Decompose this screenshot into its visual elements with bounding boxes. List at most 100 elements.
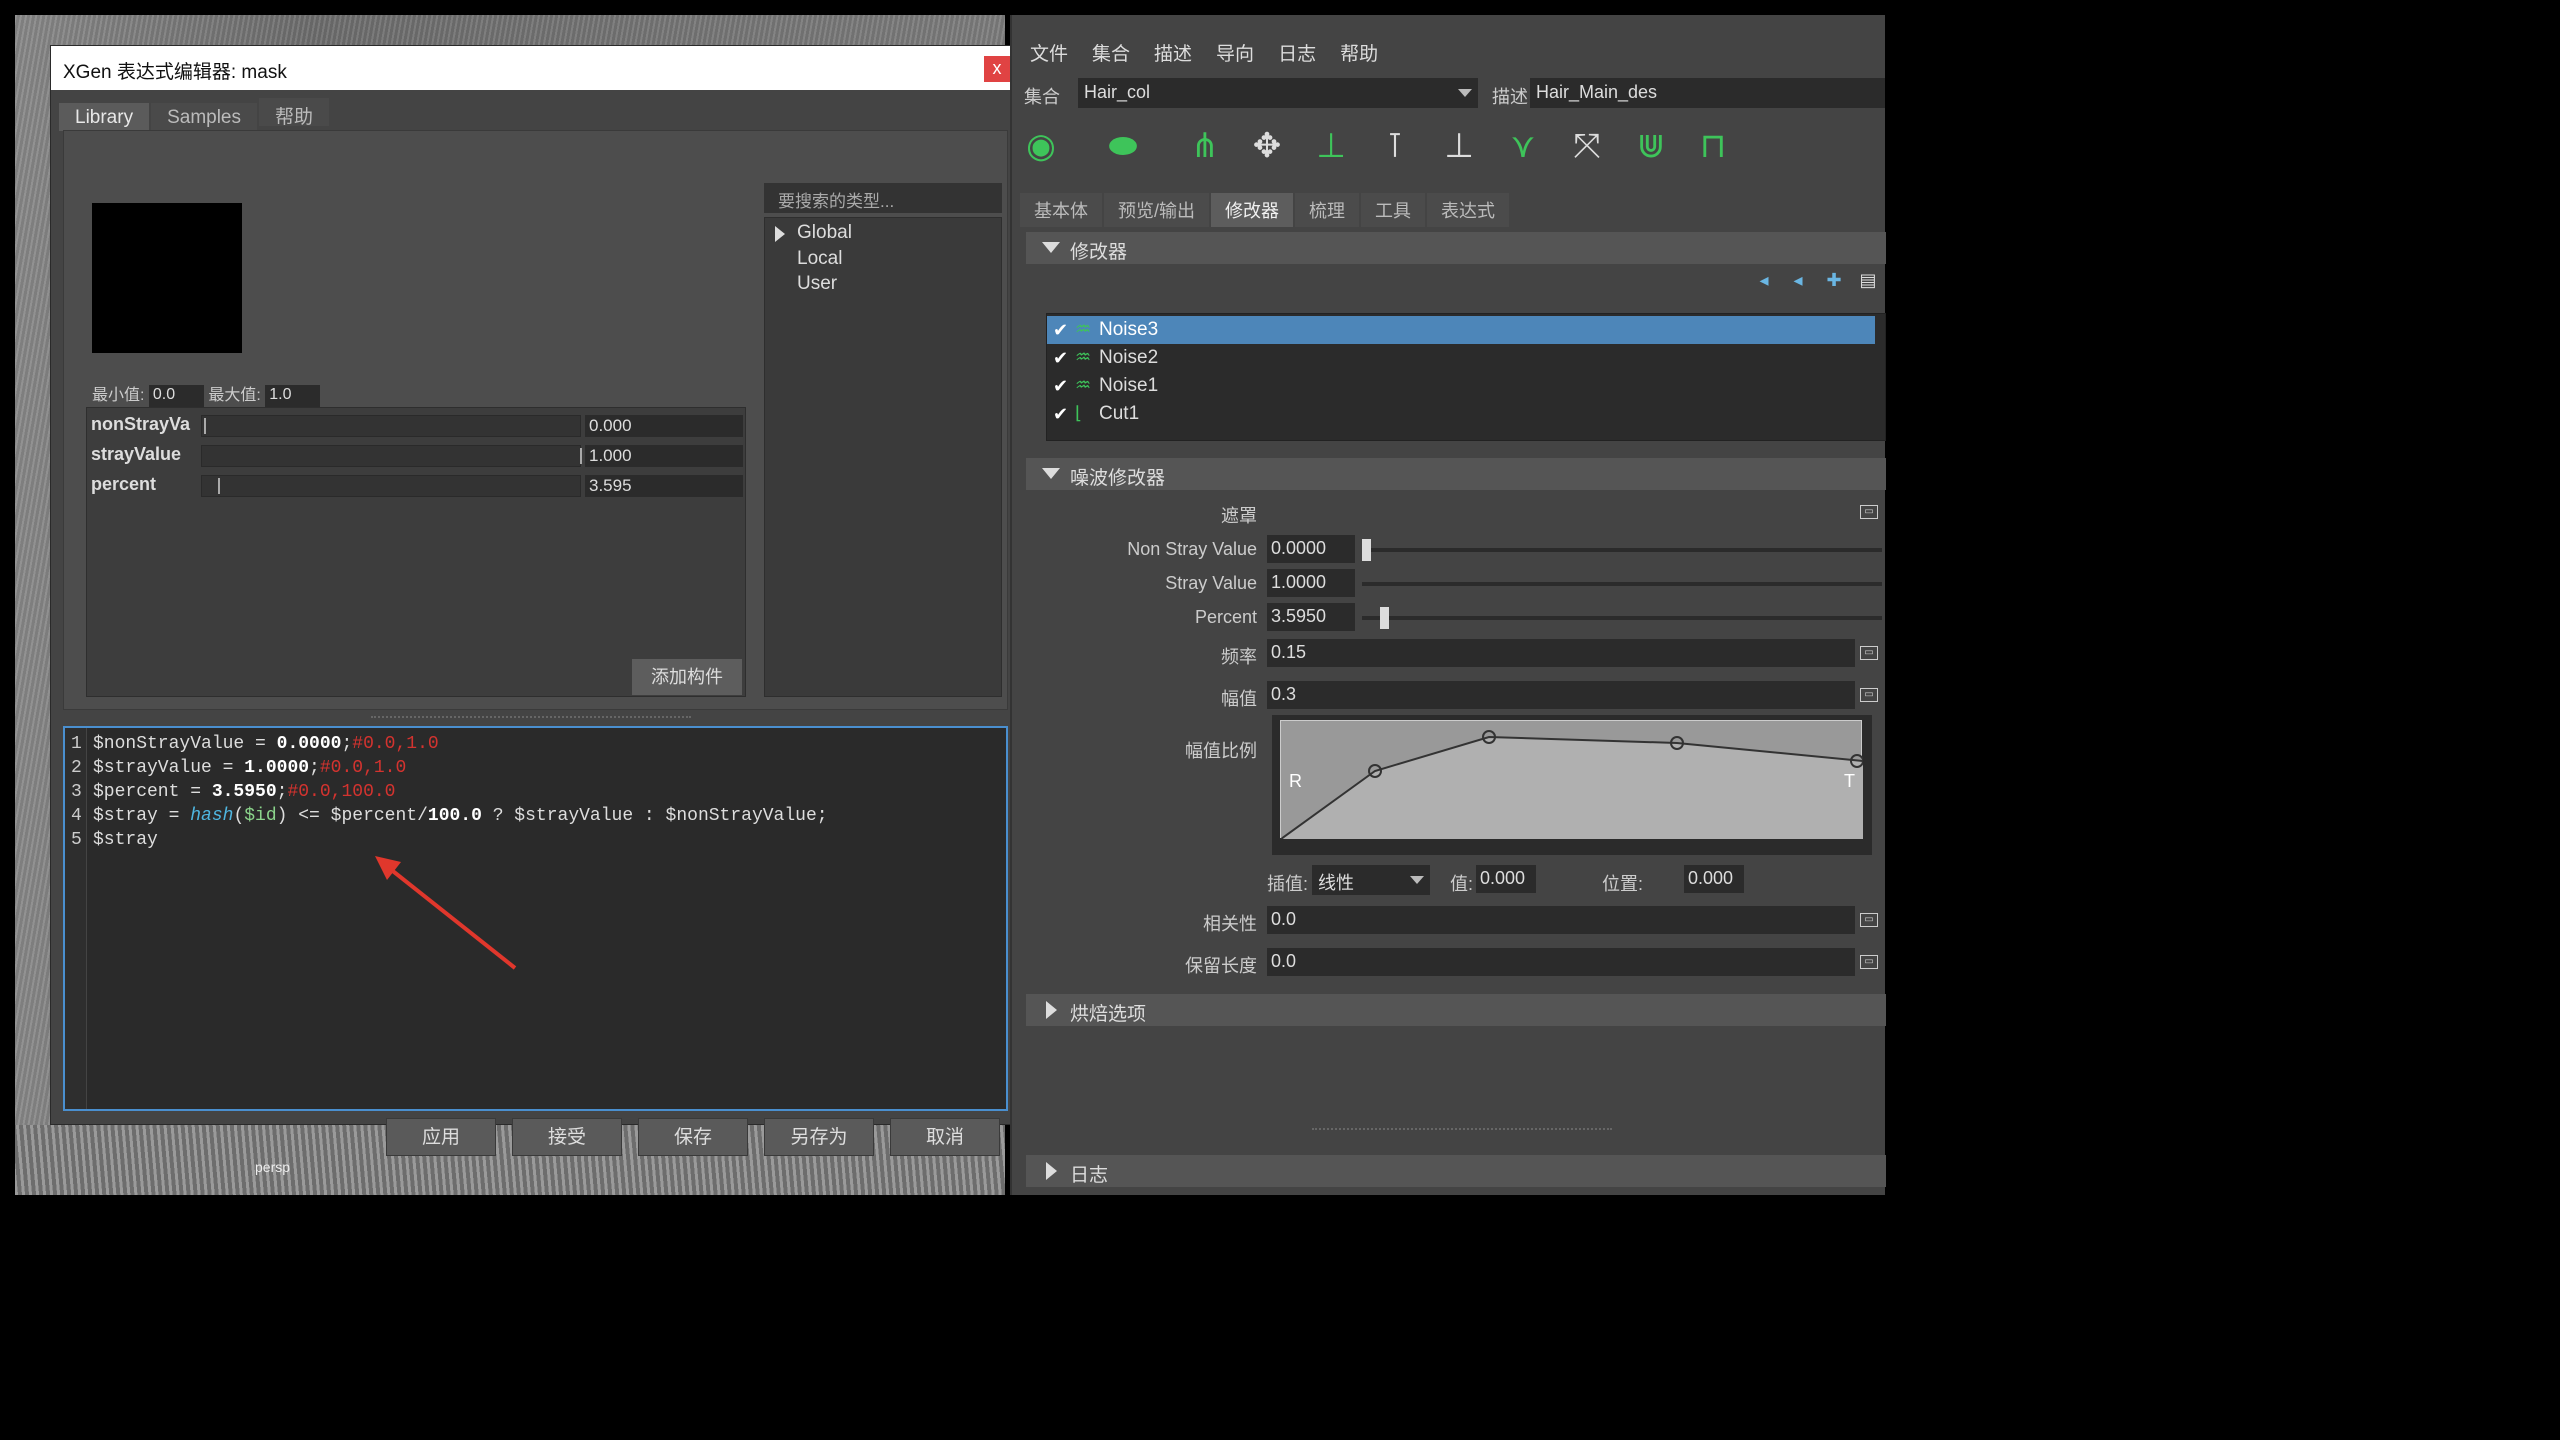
- tree-item-global[interactable]: Global: [797, 222, 852, 244]
- guide-bend-icon[interactable]: ⋎: [1500, 123, 1546, 169]
- expression-map-icon[interactable]: ▭: [1860, 955, 1878, 969]
- modifier-name: Cut1: [1099, 403, 1140, 424]
- menu-description[interactable]: 描述: [1154, 39, 1192, 66]
- mask-label: 遮罩: [1221, 506, 1257, 526]
- position-field[interactable]: 0.000: [1684, 865, 1744, 893]
- ramp-graph[interactable]: R T: [1280, 720, 1864, 840]
- magnitude-ramp[interactable]: R T: [1272, 715, 1872, 855]
- checkbox-icon[interactable]: ✔: [1053, 348, 1073, 368]
- guide-select-icon[interactable]: ⋓: [1628, 123, 1674, 169]
- menu-collection[interactable]: 集合: [1092, 39, 1130, 66]
- menu-help[interactable]: 帮助: [1340, 39, 1378, 66]
- max-field[interactable]: 1.0: [265, 384, 321, 407]
- dialog-titlebar[interactable]: XGen 表达式编辑器: mask: [51, 46, 1014, 90]
- list-item-noise1[interactable]: ✔ ♒ Noise1: [1047, 372, 1875, 400]
- tab-library[interactable]: Library: [59, 103, 150, 131]
- tab-modifiers[interactable]: 修改器: [1211, 193, 1294, 227]
- lock-guide-icon[interactable]: ⊥: [1436, 123, 1482, 169]
- tab-help[interactable]: 帮助: [259, 98, 330, 128]
- move-down-icon[interactable]: ◂: [1786, 270, 1810, 294]
- splitter-handle[interactable]: [371, 716, 691, 720]
- add-component-button[interactable]: 添加构件: [632, 659, 742, 695]
- sculpt-guide-icon[interactable]: ⊺: [1372, 123, 1418, 169]
- checkbox-icon[interactable]: ✔: [1053, 404, 1073, 424]
- param-value-field[interactable]: 0.000: [585, 415, 743, 437]
- guide-curve-icon[interactable]: ⊓: [1690, 123, 1736, 169]
- noise-modifier-icon: ♒: [1075, 347, 1092, 367]
- percent-field[interactable]: 3.5950: [1267, 603, 1355, 631]
- cancel-button[interactable]: 取消: [890, 1118, 1000, 1156]
- move-guide-icon[interactable]: ✥: [1244, 123, 1290, 169]
- value-field[interactable]: 0.000: [1476, 865, 1536, 893]
- log-section-header[interactable]: 日志: [1026, 1155, 1886, 1187]
- slider-knob[interactable]: [1362, 539, 1371, 561]
- noise-section-header[interactable]: 噪波修改器: [1026, 458, 1886, 490]
- tab-preview-output[interactable]: 预览/输出: [1104, 193, 1210, 227]
- slider-thumb[interactable]: [204, 418, 206, 434]
- tree-item-user[interactable]: User: [797, 273, 837, 295]
- move-up-icon[interactable]: ◂: [1752, 270, 1776, 294]
- add-guide-tool-icon[interactable]: ⊥: [1308, 123, 1354, 169]
- preview-icon[interactable]: ⬬: [1100, 123, 1146, 169]
- add-modifier-icon[interactable]: ✚: [1822, 270, 1846, 294]
- splitter-handle[interactable]: [1312, 1128, 1612, 1132]
- bake-section-header[interactable]: 烘焙选项: [1026, 994, 1886, 1026]
- expression-map-icon[interactable]: ▭: [1860, 646, 1878, 660]
- code-editor[interactable]: 1 2 3 4 5 $nonStrayValue = 0.0000;#0.0,1…: [63, 726, 1008, 1111]
- modifiers-section-header[interactable]: 修改器: [1026, 232, 1886, 264]
- tab-expressions[interactable]: 表达式: [1427, 193, 1510, 227]
- delete-modifier-icon[interactable]: ▤: [1856, 270, 1880, 294]
- param-slider[interactable]: [201, 475, 581, 497]
- param-value-field[interactable]: 1.000: [585, 445, 743, 467]
- modifier-name: Noise1: [1099, 375, 1159, 396]
- percent-slider[interactable]: [1362, 607, 1882, 629]
- tab-grooming[interactable]: 梳理: [1295, 193, 1360, 227]
- tab-samples[interactable]: Samples: [151, 103, 257, 131]
- slider-thumb[interactable]: [580, 448, 582, 464]
- stray-field[interactable]: 1.0000: [1267, 569, 1355, 597]
- stray-slider[interactable]: [1362, 582, 1882, 586]
- save-button[interactable]: 保存: [638, 1118, 748, 1156]
- close-button[interactable]: x: [984, 56, 1010, 82]
- tab-primitives[interactable]: 基本体: [1020, 193, 1102, 227]
- checkbox-icon[interactable]: ✔: [1053, 320, 1073, 340]
- expand-arrow-icon: [1046, 1162, 1057, 1180]
- tree-item-local[interactable]: Local: [797, 248, 842, 270]
- expression-map-icon[interactable]: ▭: [1860, 505, 1878, 519]
- preserve-length-field[interactable]: 0.0: [1267, 948, 1855, 976]
- menu-file[interactable]: 文件: [1030, 39, 1068, 66]
- non-stray-slider[interactable]: [1362, 539, 1882, 561]
- save-as-button[interactable]: 另存为: [764, 1118, 874, 1156]
- menu-log[interactable]: 日志: [1278, 39, 1316, 66]
- guide-length-icon[interactable]: ⤧: [1564, 123, 1610, 169]
- slider-knob[interactable]: [1380, 607, 1389, 629]
- list-item-noise3[interactable]: ✔ ♒ Noise3: [1047, 316, 1875, 344]
- magnitude-field[interactable]: 0.3: [1267, 681, 1855, 709]
- frequency-field[interactable]: 0.15: [1267, 639, 1855, 667]
- param-slider[interactable]: [201, 415, 581, 437]
- param-value-field[interactable]: 3.595: [585, 475, 743, 497]
- tab-utilities[interactable]: 工具: [1361, 193, 1426, 227]
- non-stray-field[interactable]: 0.0000: [1267, 535, 1355, 563]
- expand-arrow-icon[interactable]: [775, 226, 785, 242]
- expression-map-icon[interactable]: ▭: [1860, 913, 1878, 927]
- min-field[interactable]: 0.0: [148, 384, 204, 407]
- menu-guides[interactable]: 导向: [1216, 39, 1254, 66]
- menu-bar: 文件 集合 描述 导向 日志 帮助: [1030, 39, 1402, 66]
- slider-thumb[interactable]: [218, 478, 220, 494]
- description-dropdown[interactable]: Hair_Main_des: [1530, 78, 1885, 108]
- accept-button[interactable]: 接受: [512, 1118, 622, 1156]
- list-item-noise2[interactable]: ✔ ♒ Noise2: [1047, 344, 1875, 372]
- apply-button[interactable]: 应用: [386, 1118, 496, 1156]
- add-guide-icon[interactable]: ⋔: [1182, 123, 1228, 169]
- list-item-cut1[interactable]: ✔ ⌊ Cut1: [1047, 400, 1875, 428]
- interp-dropdown[interactable]: 线性: [1312, 865, 1430, 895]
- checkbox-icon[interactable]: ✔: [1053, 376, 1073, 396]
- collection-dropdown[interactable]: Hair_col: [1078, 78, 1478, 108]
- expression-map-icon[interactable]: ▭: [1860, 688, 1878, 702]
- correlation-field[interactable]: 0.0: [1267, 906, 1855, 934]
- code-number: 0.0000: [276, 734, 342, 754]
- param-slider[interactable]: [201, 445, 582, 467]
- search-type-input[interactable]: 要搜索的类型...: [764, 183, 1002, 213]
- visibility-eye-icon[interactable]: ◉: [1018, 123, 1064, 169]
